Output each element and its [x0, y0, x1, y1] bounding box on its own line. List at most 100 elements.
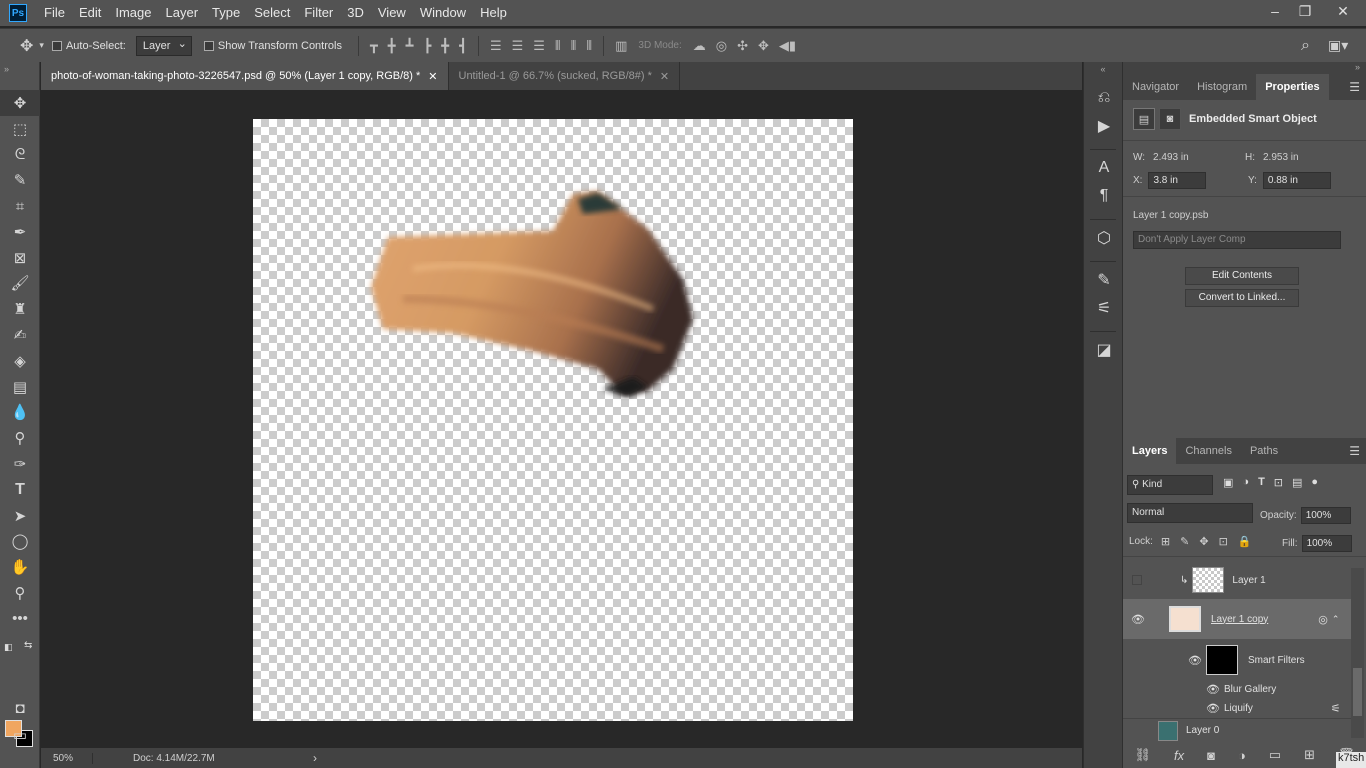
lock-all-icon[interactable]: 🔒	[1238, 535, 1252, 548]
paragraph-panel-icon[interactable]: ¶	[1084, 182, 1124, 210]
align-bottom-icon[interactable]: ┻	[401, 38, 419, 54]
lasso-tool-icon[interactable]: ᘓ	[0, 142, 40, 168]
layer-comp-dropdown[interactable]: Don't Apply Layer Comp	[1133, 231, 1341, 249]
lock-position-icon[interactable]: ✥	[1199, 535, 1208, 548]
panel-menu-icon[interactable]: ☰	[1349, 444, 1360, 458]
menu-help[interactable]: Help	[473, 0, 514, 26]
canvas-workspace[interactable]	[41, 90, 1082, 748]
adjustments-panel-icon[interactable]: ⚟	[1084, 294, 1124, 322]
status-expand-icon[interactable]: ›	[313, 751, 317, 765]
pixel-filter-icon[interactable]: ▣	[1223, 476, 1233, 489]
link-layers-icon[interactable]: ⛓	[1134, 747, 1151, 763]
quick-select-tool-icon[interactable]: ✎	[0, 167, 40, 193]
add-mask-icon[interactable]: ◙	[1207, 748, 1215, 763]
3d-slide-icon[interactable]: ✥	[753, 38, 774, 54]
eyedropper-tool-icon[interactable]: ✒	[0, 219, 40, 245]
distribute-bottom-icon[interactable]: ☰	[528, 38, 550, 54]
auto-select-checkbox[interactable]	[51, 40, 62, 51]
layers-scrollbar[interactable]	[1351, 568, 1364, 738]
close-button[interactable]: ✕	[1320, 0, 1366, 22]
panel-menu-icon[interactable]: ☰	[1349, 80, 1360, 94]
screen-mode-icon[interactable]: ▭	[0, 722, 40, 748]
3d-panel-icon[interactable]: ⬡	[1084, 224, 1124, 252]
tab-layers[interactable]: Layers	[1123, 438, 1177, 464]
filter-row-liquify[interactable]: 👁 Liquify ⚟	[1123, 699, 1351, 717]
tab-document-untitled[interactable]: Untitled-1 @ 66.7% (sucked, RGB/8#) * ✕	[449, 62, 681, 90]
libraries-panel-icon[interactable]: ◪	[1084, 336, 1124, 364]
align-vcenter-icon[interactable]: ╋	[383, 38, 401, 54]
adjustment-filter-icon[interactable]: ◑	[1242, 476, 1249, 489]
swap-colors-icon[interactable]: ⇆	[24, 640, 32, 651]
menu-layer[interactable]: Layer	[159, 0, 206, 26]
panels-collapse-icon[interactable]: »	[1123, 62, 1366, 74]
mask-icon[interactable]: ◙	[1159, 108, 1181, 130]
distribute-left-icon[interactable]: ⦀	[550, 38, 566, 54]
hand-tool-icon[interactable]: ✋	[0, 554, 40, 580]
dodge-tool-icon[interactable]: ⚲	[0, 425, 40, 451]
type-filter-icon[interactable]: T	[1258, 476, 1265, 489]
smart-object-filter-icon[interactable]: ▤	[1292, 476, 1302, 489]
x-position-field[interactable]: 3.8 in	[1148, 172, 1207, 189]
marquee-tool-icon[interactable]: ⬚	[0, 116, 40, 142]
collapse-filters-icon[interactable]: ⌃	[1332, 614, 1340, 625]
lock-transparent-icon[interactable]: ⊞	[1161, 535, 1170, 548]
close-icon[interactable]: ✕	[660, 70, 669, 83]
eye-icon[interactable]: 👁	[1206, 702, 1220, 715]
restore-button[interactable]: ❐	[1290, 0, 1320, 22]
character-panel-icon[interactable]: A	[1084, 154, 1124, 182]
move-tool-icon[interactable]: ✥	[14, 36, 39, 56]
filter-mask-thumbnail[interactable]	[1206, 645, 1238, 675]
workspace-icon[interactable]: ▣▾	[1322, 37, 1354, 54]
actions-panel-icon[interactable]: ▶	[1084, 112, 1124, 140]
fill-field[interactable]: 100%	[1301, 535, 1352, 552]
visibility-toggle-hidden[interactable]	[1132, 575, 1142, 585]
distribute-hcenter-icon[interactable]: ⦀	[566, 38, 582, 54]
pen-tool-icon[interactable]: ✑	[0, 451, 40, 477]
auto-align-icon[interactable]: ▥	[610, 38, 632, 54]
shape-filter-icon[interactable]: ⊡	[1274, 476, 1283, 489]
menu-3d[interactable]: 3D	[340, 0, 371, 26]
tab-document-photo[interactable]: photo-of-woman-taking-photo-3226547.psd …	[41, 62, 449, 90]
search-icon[interactable]: ⌕	[1295, 37, 1316, 55]
toolbar-collapse-icon[interactable]: »	[0, 62, 39, 90]
align-left-icon[interactable]: ┣	[418, 38, 436, 54]
tab-channels[interactable]: Channels	[1176, 438, 1240, 464]
gradient-tool-icon[interactable]: ▤	[0, 374, 40, 400]
3d-pan-icon[interactable]: ✣	[732, 38, 753, 54]
align-hcenter-icon[interactable]: ╋	[436, 38, 454, 54]
history-brush-tool-icon[interactable]: ✍	[0, 322, 40, 348]
eraser-tool-icon[interactable]: ◈	[0, 348, 40, 374]
menu-image[interactable]: Image	[108, 0, 158, 26]
align-right-icon[interactable]: ┫	[454, 38, 472, 54]
stamp-tool-icon[interactable]: ♜	[0, 296, 40, 322]
align-top-icon[interactable]: ┳	[365, 38, 383, 54]
frame-tool-icon[interactable]: ⊠	[0, 245, 40, 271]
transform-controls-checkbox[interactable]	[203, 40, 214, 51]
blur-tool-icon[interactable]: 💧	[0, 400, 40, 426]
history-panel-icon[interactable]: ⎌	[1084, 84, 1124, 112]
tab-navigator[interactable]: Navigator	[1123, 74, 1188, 100]
eye-icon[interactable]: 👁	[1188, 654, 1202, 667]
brush-settings-icon[interactable]: ✎	[1084, 266, 1124, 294]
edit-contents-button[interactable]: Edit Contents	[1185, 267, 1299, 285]
layer-filter-kind-dropdown[interactable]: ⚲ Kind	[1127, 475, 1213, 495]
filter-toggle-icon[interactable]: ●	[1311, 476, 1318, 489]
convert-to-linked-button[interactable]: Convert to Linked...	[1185, 289, 1299, 307]
new-group-icon[interactable]: ▭	[1269, 747, 1281, 763]
new-layer-icon[interactable]: ⊞	[1304, 747, 1315, 763]
layer-style-fx-icon[interactable]: fx	[1174, 748, 1184, 763]
adjustment-layer-icon[interactable]: ◑	[1238, 748, 1246, 763]
eye-icon[interactable]: 👁	[1131, 613, 1145, 626]
menu-filter[interactable]: Filter	[297, 0, 340, 26]
layer-row-layer1[interactable]: ↳ Layer 1	[1123, 565, 1351, 595]
minimize-button[interactable]: –	[1260, 0, 1290, 22]
zoom-level-field[interactable]: 50%	[41, 752, 93, 764]
layer-row-layer1-copy[interactable]: 👁 Layer 1 copy ◎ ⌃	[1123, 599, 1351, 639]
opacity-field[interactable]: 100%	[1300, 507, 1351, 524]
brush-tool-icon[interactable]: 🖌	[0, 271, 40, 297]
distribute-vcenter-icon[interactable]: ☰	[507, 38, 529, 54]
tab-properties[interactable]: Properties	[1256, 74, 1329, 100]
crop-tool-icon[interactable]: ⌗	[0, 193, 40, 219]
lock-pixels-icon[interactable]: ✎	[1180, 535, 1189, 548]
tool-preset-chevron-icon[interactable]: ▾	[39, 40, 52, 51]
